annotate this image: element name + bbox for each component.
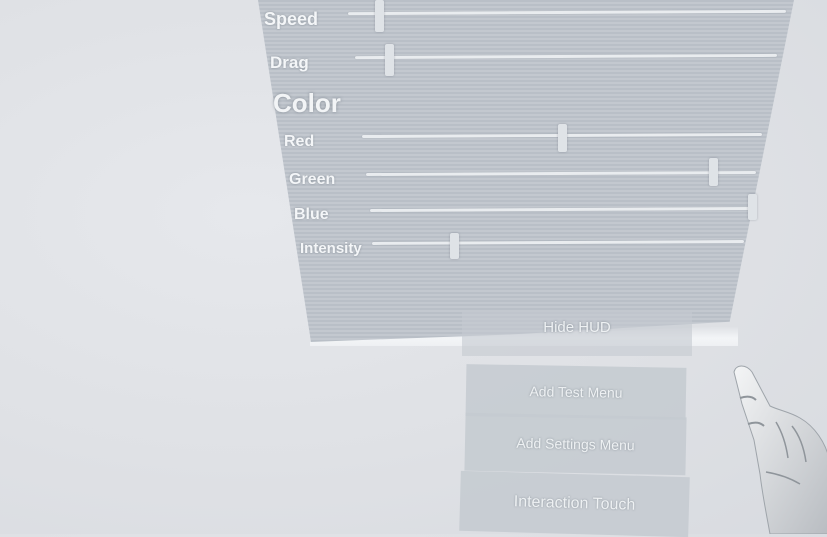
vr-hand-pointer-icon xyxy=(733,365,827,534)
add-settings-menu-button[interactable]: Add Settings Menu xyxy=(464,412,687,476)
add-test-menu-label: Add Test Menu xyxy=(529,383,623,401)
blue-slider-thumb[interactable] xyxy=(748,194,757,220)
color-section-title: Color xyxy=(273,88,341,118)
drag-slider-thumb[interactable] xyxy=(384,44,394,76)
green-slider-thumb[interactable] xyxy=(709,158,719,186)
drag-label: Drag xyxy=(270,53,309,72)
hide-hud-button[interactable]: Hide HUD xyxy=(462,312,692,356)
red-label: Red xyxy=(284,133,315,150)
blue-label: Blue xyxy=(294,206,329,223)
intensity-label: Intensity xyxy=(300,240,362,257)
green-label: Green xyxy=(289,171,336,188)
speed-label: Speed xyxy=(264,9,319,29)
interaction-mode-button[interactable]: Interaction Touch xyxy=(459,470,690,537)
red-slider-thumb[interactable] xyxy=(558,124,567,152)
interaction-mode-label: Interaction Touch xyxy=(513,493,636,514)
speed-slider-thumb[interactable] xyxy=(374,0,384,32)
add-settings-menu-label: Add Settings Menu xyxy=(516,434,635,454)
add-test-menu-button[interactable]: Add Test Menu xyxy=(465,364,687,420)
hide-hud-label: Hide HUD xyxy=(543,318,611,336)
intensity-slider-thumb[interactable] xyxy=(449,233,459,259)
